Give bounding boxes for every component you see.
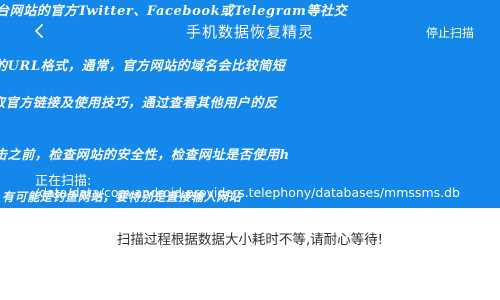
stop-scan-button[interactable]: 停止扫描 [426, 24, 474, 41]
header-bar: 手机数据恢复精灵 停止扫描 [0, 20, 500, 46]
background-text-line-1: 台网站的官方Twitter、Facebook或Telegram等社交 [0, 4, 348, 19]
background-text-line-4: 击之前，检查网站的安全性，检查网址是否使用h [0, 148, 290, 163]
background-text-line-3: 取官方链接及使用技巧，通过查看其他用户的反 [0, 96, 278, 111]
notice-text: 扫描过程根据数据大小耗时不等,请耐心等待! [116, 232, 384, 248]
notice-card: 扫描过程根据数据大小耗时不等,请耐心等待! [0, 208, 500, 300]
background-text-line-2: 的URL格式，通常，官方网站的域名会比较简短 [0, 59, 286, 74]
scan-file-path: /data/data/com.android.providers.telepho… [35, 185, 460, 200]
background-text-line-6: 分 [0, 286, 12, 299]
